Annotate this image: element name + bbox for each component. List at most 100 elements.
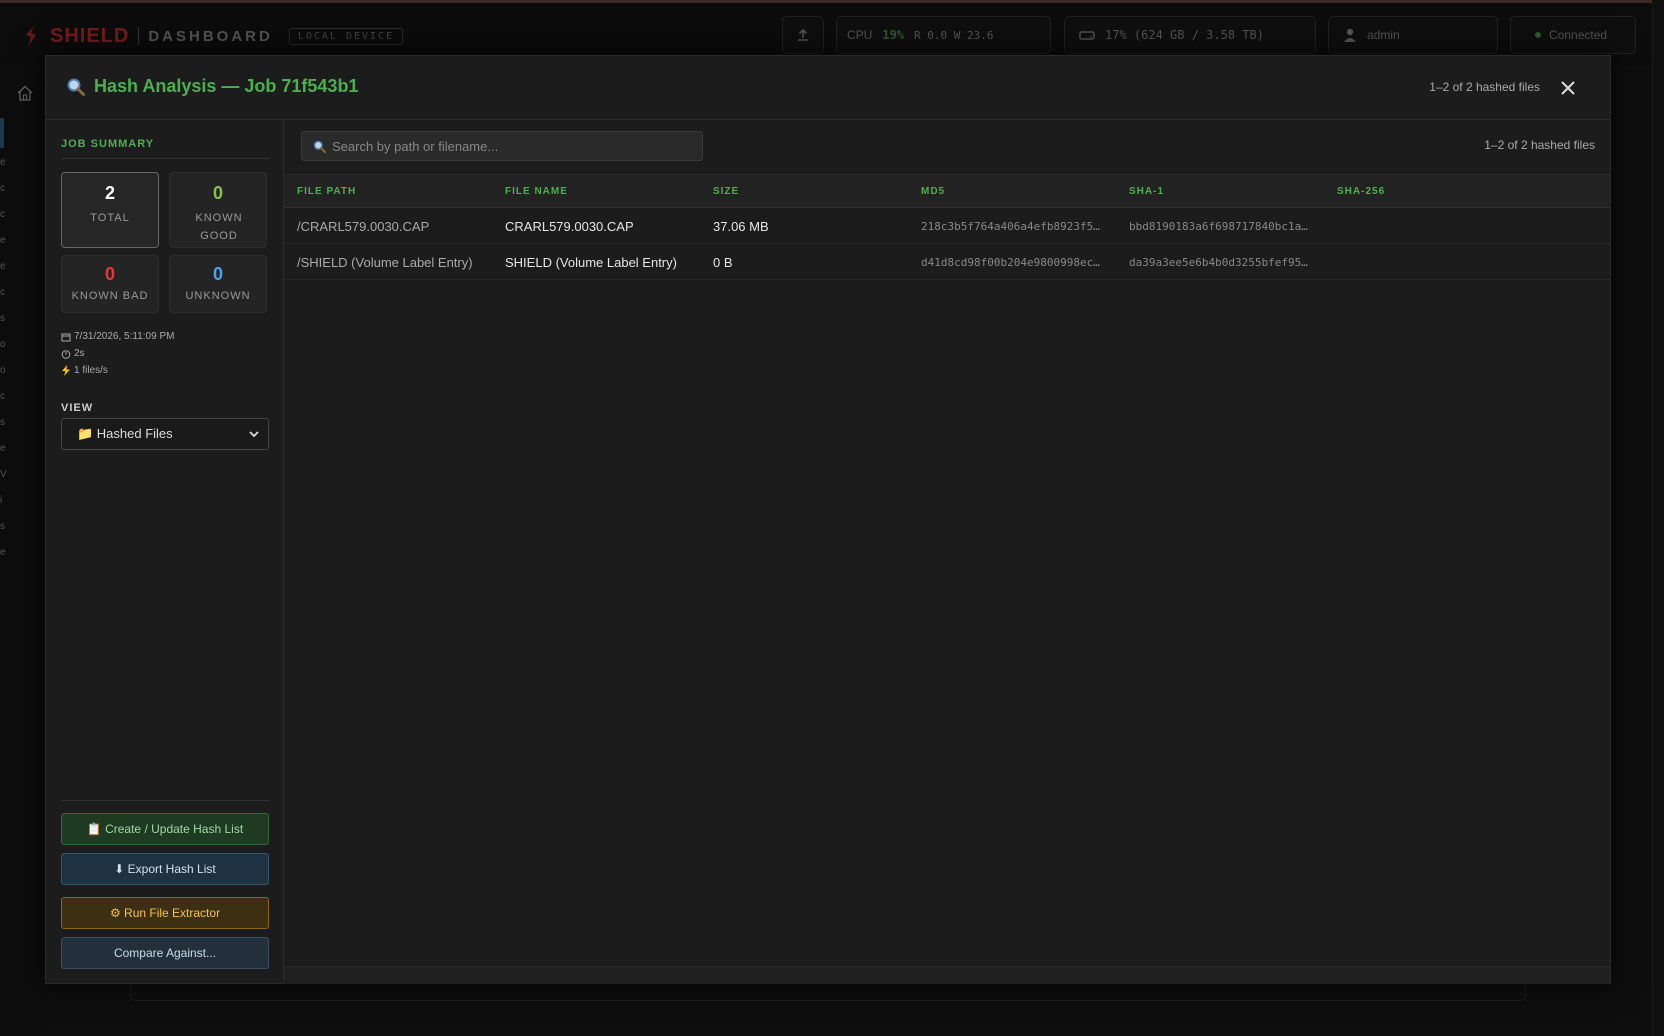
column-file-name[interactable]: FILE NAME <box>505 186 568 197</box>
stat-known-bad-label: KNOWN BAD <box>71 290 149 302</box>
job-rate-text: 1 files/s <box>74 365 108 376</box>
job-date: 7/31/2026, 5:11:09 PM <box>61 331 174 342</box>
cell-file-path: /CRARL579.0030.CAP <box>297 219 430 234</box>
chevron-down-icon <box>249 431 259 438</box>
result-count: 1–2 of 2 hashed files <box>1484 138 1595 152</box>
lightning-icon <box>62 365 70 376</box>
column-sha1[interactable]: SHA-1 <box>1129 186 1164 197</box>
user-menu[interactable]: admin <box>1328 16 1498 54</box>
background-text-fragment: c <box>0 209 5 220</box>
disk-indicator: 17% (624 GB / 3.58 TB) <box>1064 16 1316 54</box>
stat-total-card[interactable]: 2 TOTAL <box>61 172 159 248</box>
search-input[interactable] <box>332 138 672 154</box>
background-active-marker <box>0 118 4 148</box>
background-text-fragment: o <box>0 365 6 376</box>
background-text-fragment: s <box>0 417 5 428</box>
export-hash-list-button[interactable]: ⬇ Export Hash List <box>61 853 269 885</box>
calendar-icon <box>61 333 71 341</box>
status-dot <box>1535 32 1541 38</box>
cell-file-name: CRARL579.0030.CAP <box>505 219 634 234</box>
search-box[interactable] <box>301 131 703 161</box>
compare-against-button[interactable]: Compare Against... <box>61 937 269 969</box>
job-duration-text: 2s <box>74 348 85 359</box>
job-duration: 2s <box>61 348 85 359</box>
background-text-fragment: e <box>0 443 6 454</box>
brand-name: SHIELD <box>50 24 130 47</box>
section-name: DASHBOARD <box>148 27 273 45</box>
background-text-fragment: e <box>0 235 6 246</box>
column-size[interactable]: SIZE <box>713 186 739 197</box>
stat-unknown-card[interactable]: 0 UNKNOWN <box>169 255 267 313</box>
column-file-path[interactable]: FILE PATH <box>297 186 356 197</box>
cell-md5: d41d8cd98f00b204e9800998ec… <box>921 256 1100 269</box>
column-md5[interactable]: MD5 <box>921 186 945 197</box>
cpu-value: 19% <box>882 28 905 42</box>
stat-unknown-label: UNKNOWN <box>185 290 251 302</box>
cell-size: 37.06 MB <box>713 219 769 234</box>
stat-known-good-card[interactable]: 0 KNOWN GOOD <box>169 172 267 248</box>
hashed-files-panel: 1–2 of 2 hashed files FILE PATH FILE NAM… <box>284 120 1610 984</box>
hash-analysis-modal: Hash Analysis — Job 71f543b1 1–2 of 2 ha… <box>45 55 1611 984</box>
background-text-fragment: c <box>0 183 5 194</box>
stat-unknown-value: 0 <box>212 264 223 284</box>
cell-sha1: da39a3ee5e6b4b0d3255bfef95… <box>1129 256 1308 269</box>
connection-label: Connected <box>1549 28 1608 42</box>
view-select[interactable]: 📁 Hashed Files <box>61 418 269 450</box>
background-text-fragments: e c c e e c s o o c s e Vi s e <box>0 150 8 566</box>
job-rate: 1 files/s <box>61 365 108 376</box>
stat-known-good-value: 0 <box>212 183 223 203</box>
cell-md5: 218c3b5f764a406a4efb8923f5… <box>921 220 1100 233</box>
stat-known-bad-value: 0 <box>104 264 115 284</box>
close-icon <box>1561 81 1575 95</box>
background-text-fragment: c <box>0 287 5 298</box>
job-summary-heading: JOB SUMMARY <box>61 138 155 150</box>
stat-total-value: 2 <box>104 183 115 203</box>
cpu-io: R 0.0 W 23.6 <box>914 28 994 42</box>
background-text-fragment: c <box>0 391 5 402</box>
divider <box>61 800 269 801</box>
cell-file-name: SHIELD (Volume Label Entry) <box>505 255 677 270</box>
upload-button[interactable] <box>782 16 824 54</box>
background-text-fragment: V <box>0 469 7 480</box>
header-result-count: 1–2 of 2 hashed files <box>1429 80 1540 94</box>
modal-title: Hash Analysis — Job 71f543b1 <box>66 76 358 97</box>
search-icon <box>313 140 326 153</box>
modal-header: Hash Analysis — Job 71f543b1 1–2 of 2 ha… <box>46 56 1610 120</box>
close-button[interactable] <box>1554 74 1582 102</box>
disk-usage: 17% (624 GB / 3.58 TB) <box>1105 28 1264 42</box>
modal-title-text: Hash Analysis — Job 71f543b1 <box>94 76 359 96</box>
create-hash-list-button[interactable]: 📋 Create / Update Hash List <box>61 813 269 845</box>
job-date-text: 7/31/2026, 5:11:09 PM <box>74 331 175 342</box>
divider <box>61 158 269 159</box>
device-badge: LOCAL DEVICE <box>288 27 404 45</box>
background-text-fragment: e <box>0 261 6 272</box>
stat-known-bad-card[interactable]: 0 KNOWN BAD <box>61 255 159 313</box>
cpu-indicator: CPU 19% R 0.0 W 23.6 <box>836 16 1051 54</box>
view-selected-value: 📁 Hashed Files <box>77 426 173 441</box>
job-sidebar: JOB SUMMARY 2 TOTAL 0 KNOWN GOOD 0 KNOWN… <box>46 120 284 983</box>
timer-icon <box>61 349 71 359</box>
home-icon[interactable] <box>16 84 34 102</box>
stat-known-good-label: KNOWN GOOD <box>195 212 243 242</box>
table-row[interactable]: /CRARL579.0030.CAP CRARL579.0030.CAP 37.… <box>284 208 1610 244</box>
background-text-fragment: o <box>0 339 6 350</box>
brand-divider <box>138 27 140 45</box>
view-heading: VIEW <box>61 402 94 414</box>
background-text-fragment: s <box>0 313 5 324</box>
app-logo[interactable]: SHIELD DASHBOARD LOCAL DEVICE <box>22 23 404 49</box>
connection-status: Connected <box>1510 16 1636 54</box>
run-file-extractor-button[interactable]: ⚙ Run File Extractor <box>61 897 269 929</box>
user-icon <box>1344 28 1356 42</box>
cell-sha1: bbd8190183a6f698717840bc1a… <box>1129 220 1308 233</box>
horizontal-scrollbar[interactable] <box>284 966 1610 984</box>
column-sha256[interactable]: SHA-256 <box>1337 186 1385 197</box>
cpu-label: CPU <box>847 28 873 42</box>
table-row[interactable]: /SHIELD (Volume Label Entry) SHIELD (Vol… <box>284 244 1610 280</box>
shield-logo-icon <box>26 26 36 46</box>
background-text-fragment: e <box>0 157 6 168</box>
background-text-fragment: s <box>0 521 5 532</box>
drive-icon <box>1079 31 1095 40</box>
cell-size: 0 B <box>713 255 733 270</box>
upload-icon <box>798 28 808 41</box>
stat-total-label: TOTAL <box>90 212 130 224</box>
